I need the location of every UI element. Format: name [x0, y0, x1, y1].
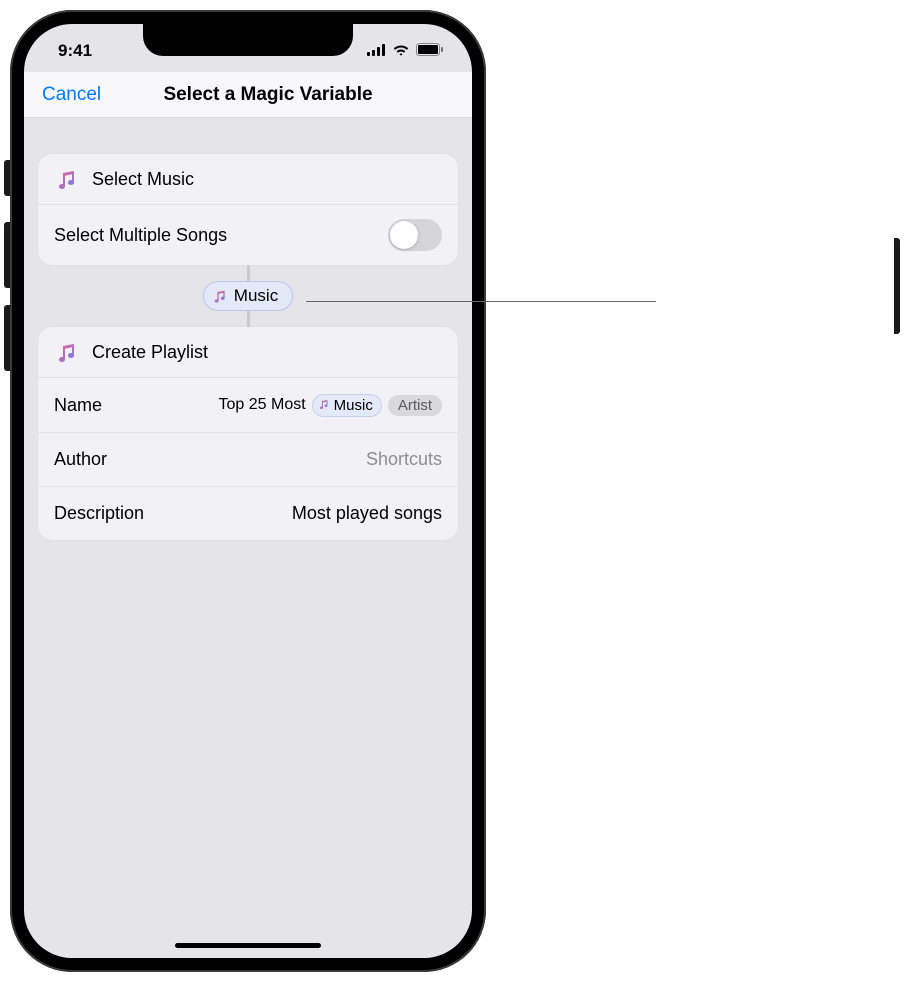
magic-variable-pill[interactable]: Music	[203, 281, 293, 311]
name-label: Name	[54, 395, 102, 416]
cellular-icon	[367, 41, 386, 61]
music-icon	[318, 397, 330, 414]
content-area: Select Music Select Multiple Songs Music	[24, 118, 472, 540]
magic-variable-container: Music	[38, 281, 458, 311]
magic-variable-label: Music	[234, 286, 278, 306]
page-title: Select a Magic Variable	[82, 84, 454, 106]
music-icon	[212, 288, 228, 304]
author-value: Shortcuts	[366, 449, 442, 470]
select-multiple-row: Select Multiple Songs	[38, 205, 458, 265]
music-pill-label: Music	[334, 397, 373, 414]
select-music-card[interactable]: Select Music Select Multiple Songs	[38, 154, 458, 265]
select-multiple-toggle[interactable]	[388, 219, 442, 251]
notch	[143, 24, 353, 56]
nav-bar: Cancel Select a Magic Variable	[24, 72, 472, 118]
name-text: Top 25 Most	[219, 396, 306, 414]
home-indicator[interactable]	[175, 943, 321, 948]
connector-line	[247, 265, 250, 281]
create-playlist-header: Create Playlist	[38, 327, 458, 378]
callout-line	[306, 301, 656, 302]
description-value: Most played songs	[292, 503, 442, 524]
music-variable-pill[interactable]: Music	[312, 394, 382, 417]
music-icon	[54, 166, 80, 192]
select-music-title: Select Music	[92, 169, 194, 190]
screen: 9:41 Cancel Select a Magic Variable	[24, 24, 472, 958]
battery-icon	[416, 41, 444, 61]
create-playlist-title: Create Playlist	[92, 342, 208, 363]
description-row[interactable]: Description Most played songs	[38, 486, 458, 540]
author-label: Author	[54, 449, 107, 470]
connector-line	[247, 311, 250, 327]
select-multiple-label: Select Multiple Songs	[54, 225, 227, 246]
author-row[interactable]: Author Shortcuts	[38, 432, 458, 486]
create-playlist-card[interactable]: Create Playlist Name Top 25 Most Music A…	[38, 327, 458, 540]
name-row[interactable]: Name Top 25 Most Music Artist	[38, 378, 458, 432]
music-icon	[54, 339, 80, 365]
status-indicators	[367, 35, 444, 61]
phone-frame: 9:41 Cancel Select a Magic Variable	[10, 10, 486, 972]
wifi-icon	[392, 41, 410, 61]
name-value: Top 25 Most Music Artist	[219, 394, 443, 417]
artist-tag[interactable]: Artist	[388, 395, 442, 416]
select-music-header: Select Music	[38, 154, 458, 205]
cancel-button[interactable]: Cancel	[42, 84, 101, 106]
description-label: Description	[54, 503, 144, 524]
status-time: 9:41	[58, 35, 138, 61]
